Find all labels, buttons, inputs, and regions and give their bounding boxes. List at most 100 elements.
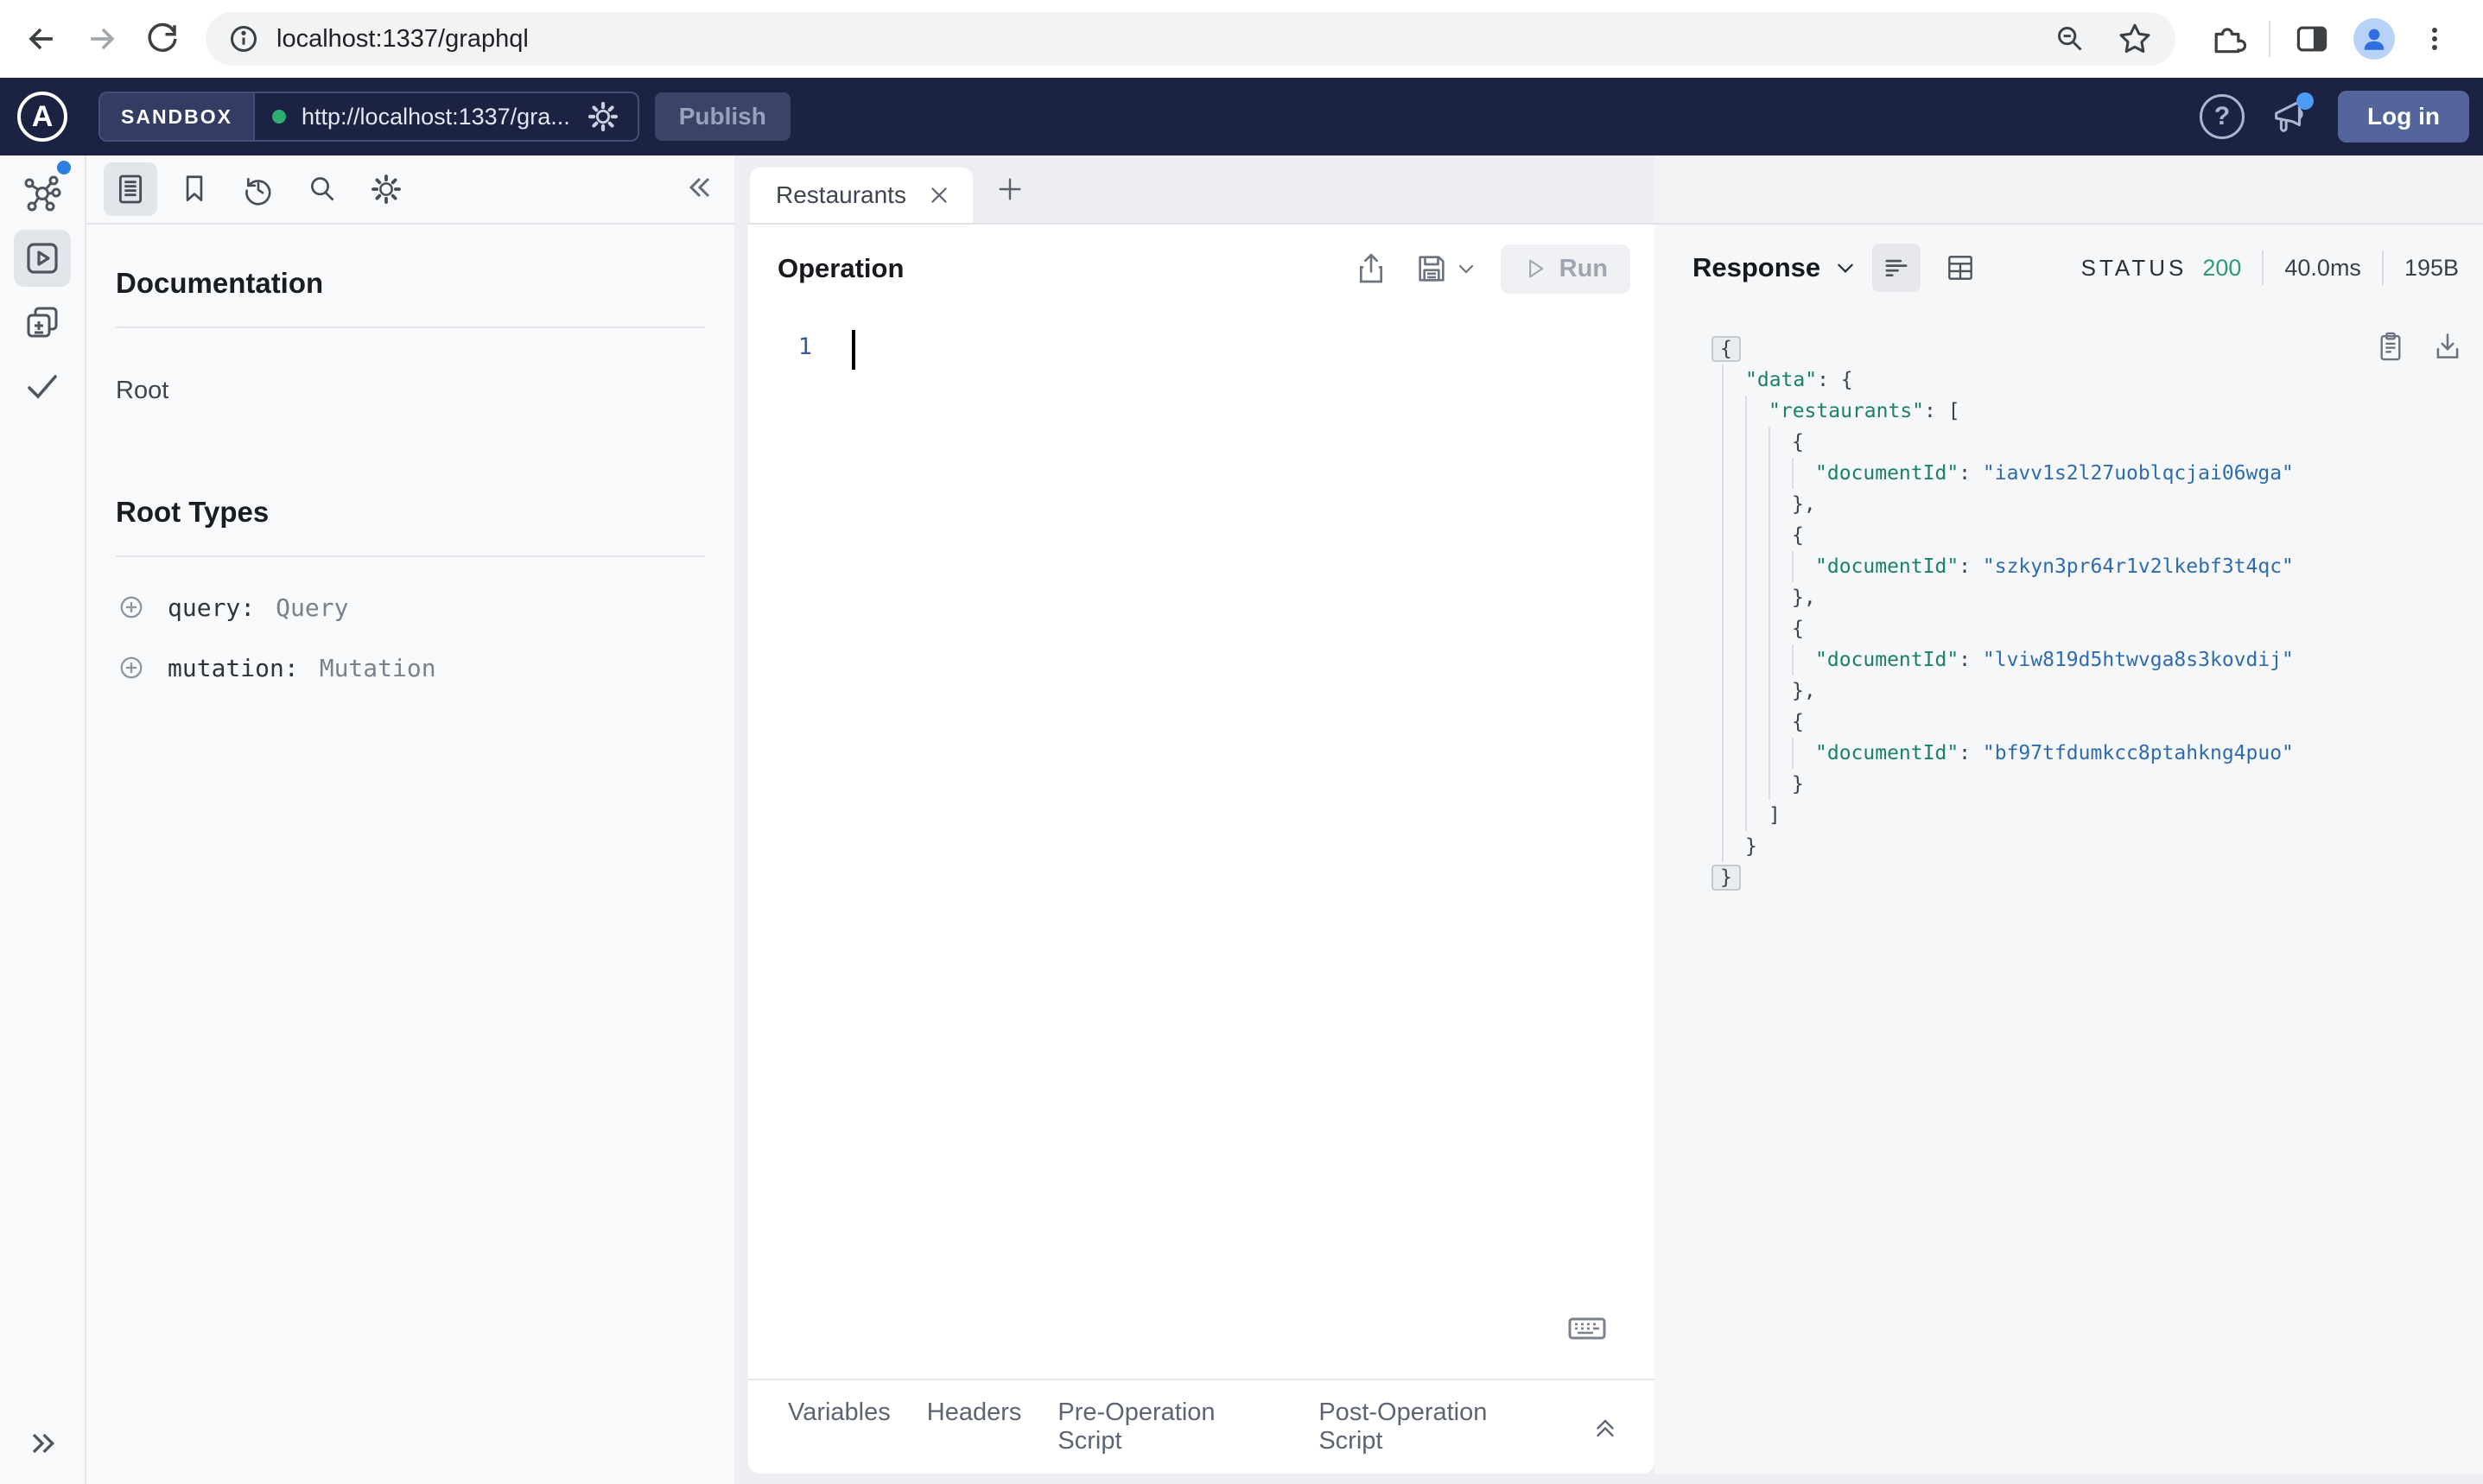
json-key: "documentId" bbox=[1815, 462, 1959, 485]
collapse-panel-button[interactable] bbox=[683, 170, 717, 209]
operation-title: Operation bbox=[778, 253, 905, 283]
sidebar-item-collections[interactable] bbox=[14, 294, 71, 351]
apollo-header: A SANDBOX http://localhost:1337/gra... P… bbox=[0, 78, 2483, 155]
sidebar-item-schema[interactable] bbox=[14, 161, 71, 223]
type-field-name: query: bbox=[168, 593, 256, 622]
indent-guide bbox=[1745, 707, 1769, 738]
tab-saved-operations[interactable] bbox=[168, 162, 221, 216]
response-menu-chevron-icon[interactable] bbox=[1834, 257, 1857, 279]
site-info-icon[interactable] bbox=[228, 23, 259, 54]
editor-line-number: 1 bbox=[797, 333, 812, 360]
side-panel-icon[interactable] bbox=[2293, 20, 2331, 58]
expand-type-icon[interactable] bbox=[116, 592, 147, 623]
indent-guide bbox=[1722, 644, 1745, 675]
indent-guide bbox=[1745, 800, 1769, 831]
indent-guide bbox=[1792, 551, 1815, 582]
operation-editor[interactable]: 1 bbox=[748, 313, 1654, 1379]
root-link[interactable]: Root bbox=[116, 377, 705, 405]
json-line: "documentId": "lviw819d5htwvga8s3kovdij" bbox=[1722, 644, 2483, 675]
indent-guide bbox=[1769, 707, 1792, 738]
footer-tab-headers[interactable]: Headers bbox=[927, 1398, 1022, 1455]
indent-guide bbox=[1745, 613, 1769, 644]
tab-history[interactable] bbox=[232, 162, 285, 216]
announcements-button[interactable] bbox=[2267, 92, 2315, 139]
sandbox-badge: SANDBOX bbox=[100, 93, 256, 140]
json-punctuation: : bbox=[1959, 555, 1983, 578]
menu-kebab-icon[interactable] bbox=[2417, 22, 2452, 56]
collapse-toggle[interactable]: { bbox=[1711, 336, 1741, 362]
bookmark-star-icon[interactable] bbox=[2117, 21, 2153, 57]
left-icon-strip bbox=[0, 155, 86, 1484]
save-menu-chevron-icon[interactable] bbox=[1456, 258, 1476, 279]
tab-documentation[interactable] bbox=[104, 162, 157, 216]
tab-explorer-settings[interactable] bbox=[359, 162, 413, 216]
collapse-toggle[interactable]: } bbox=[1711, 865, 1741, 891]
publish-button[interactable]: Publish bbox=[654, 92, 791, 141]
root-type-row[interactable]: query: Query bbox=[116, 592, 705, 623]
copy-response-button[interactable] bbox=[2374, 330, 2407, 363]
divider bbox=[2381, 251, 2384, 285]
json-line: "documentId": "iavv1s2l27uoblqcjai06wga" bbox=[1722, 458, 2483, 489]
footer-tab-pre-operation-script[interactable]: Pre-Operation Script bbox=[1057, 1398, 1282, 1455]
run-button[interactable]: Run bbox=[1500, 244, 1630, 294]
download-response-button[interactable] bbox=[2431, 330, 2464, 363]
back-icon[interactable] bbox=[21, 18, 62, 60]
indent-guide bbox=[1745, 520, 1769, 551]
response-column: Response STATUS 200 40.0ms 195B {"data"… bbox=[1654, 155, 2483, 1484]
footer-tab-variables[interactable]: Variables bbox=[788, 1398, 891, 1455]
new-tab-button[interactable] bbox=[995, 174, 1025, 204]
json-key: "documentId" bbox=[1815, 742, 1959, 764]
collapse-footer-button[interactable] bbox=[1591, 1412, 1620, 1442]
sidebar-item-explorer[interactable] bbox=[14, 230, 71, 287]
share-operation-button[interactable] bbox=[1354, 251, 1388, 286]
expand-type-icon[interactable] bbox=[116, 652, 147, 683]
tab-restaurants[interactable]: Restaurants bbox=[750, 168, 973, 223]
extensions-icon[interactable] bbox=[2208, 20, 2246, 58]
help-icon: ? bbox=[2213, 102, 2231, 130]
help-button[interactable]: ? bbox=[2200, 94, 2245, 139]
main-area: Documentation Root Root Types query: Que… bbox=[0, 155, 2483, 1484]
response-top-strip bbox=[1654, 155, 2483, 225]
type-name-link[interactable]: Mutation bbox=[320, 654, 436, 682]
tab-search[interactable] bbox=[295, 162, 349, 216]
type-name-link[interactable]: Query bbox=[276, 593, 348, 622]
notification-dot bbox=[2296, 92, 2315, 110]
footer-tab-post-operation-script[interactable]: Post-Operation Script bbox=[1318, 1398, 1554, 1455]
json-string-value: "iavv1s2l27uoblqcjai06wga" bbox=[1982, 462, 2294, 485]
json-line: "restaurants": [ bbox=[1722, 396, 2483, 427]
json-punctuation: } bbox=[1720, 866, 1732, 889]
reload-icon[interactable] bbox=[142, 18, 183, 60]
indent-guide bbox=[1722, 520, 1745, 551]
json-key: "documentId" bbox=[1815, 649, 1959, 671]
table-view-button[interactable] bbox=[1936, 244, 1984, 292]
indent-guide bbox=[1722, 769, 1745, 800]
close-tab-icon[interactable] bbox=[926, 182, 952, 208]
root-types-title: Root Types bbox=[116, 496, 270, 528]
url-text[interactable]: localhost:1337/graphql bbox=[276, 25, 529, 54]
raw-view-button[interactable] bbox=[1872, 244, 1921, 292]
login-button[interactable]: Log in bbox=[2338, 91, 2469, 143]
text-cursor bbox=[852, 330, 855, 370]
zoom-indicator-icon[interactable] bbox=[2053, 22, 2087, 56]
json-punctuation: { bbox=[1792, 711, 1804, 733]
json-line: { bbox=[1722, 427, 2483, 458]
indent-guide bbox=[1722, 551, 1745, 582]
profile-avatar[interactable] bbox=[2353, 18, 2395, 60]
expand-sidebar-button[interactable] bbox=[25, 1426, 60, 1465]
indent-guide bbox=[1792, 458, 1815, 489]
json-line: { bbox=[1711, 333, 2483, 365]
json-punctuation: : bbox=[1959, 742, 1983, 764]
address-bar[interactable]: localhost:1337/graphql bbox=[206, 12, 2175, 66]
endpoint-input[interactable]: http://localhost:1337/gra... bbox=[255, 93, 638, 140]
divider bbox=[116, 555, 705, 557]
save-operation-button[interactable] bbox=[1414, 251, 1449, 286]
endpoint-url-text[interactable]: http://localhost:1337/gra... bbox=[302, 104, 570, 130]
indent-guide bbox=[1769, 520, 1792, 551]
indent-guide bbox=[1792, 644, 1815, 675]
root-type-row[interactable]: mutation: Mutation bbox=[116, 652, 705, 683]
forward-icon[interactable] bbox=[81, 18, 123, 60]
sidebar-item-checks[interactable] bbox=[14, 358, 71, 415]
apollo-logo[interactable]: A bbox=[17, 92, 67, 142]
keyboard-shortcuts-button[interactable] bbox=[1566, 1308, 1608, 1353]
connection-settings-gear-icon[interactable] bbox=[586, 99, 620, 134]
